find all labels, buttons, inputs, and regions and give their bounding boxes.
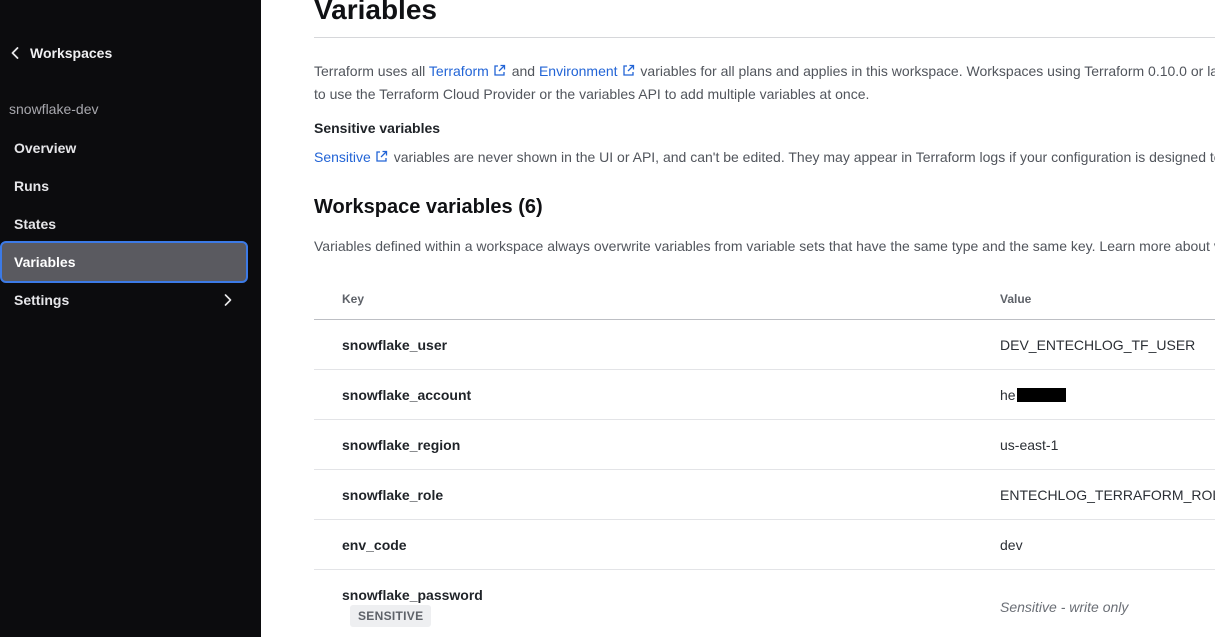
app-root: Workspaces snowflake-dev Overview Runs S…: [0, 0, 1215, 637]
external-link-icon[interactable]: [375, 147, 388, 169]
table-row[interactable]: snowflake_password SENSITIVE Sensitive -…: [314, 570, 1215, 637]
variable-key: env_code: [342, 537, 407, 553]
variables-table: Key Value snowflake_user DEV_ENTECHLOG_T…: [314, 278, 1215, 637]
variable-value: dev: [1000, 537, 1023, 553]
variable-key: snowflake_account: [342, 387, 472, 403]
back-link-label: Workspaces: [30, 45, 113, 61]
variable-value: us-east-1: [1000, 437, 1059, 453]
sidebar-item-overview[interactable]: Overview: [0, 128, 248, 168]
sidebar: Workspaces snowflake-dev Overview Runs S…: [0, 0, 261, 637]
variable-value: he: [1000, 387, 1016, 403]
variable-value: DEV_ENTECHLOG_TF_USER: [1000, 337, 1196, 353]
sensitive-description: variables are never shown in the UI or A…: [389, 149, 1215, 165]
table-row[interactable]: snowflake_region us-east-1: [314, 420, 1215, 470]
workspace-variables-title: Workspace variables (6): [314, 196, 543, 218]
intro-text: variables for all plans and applies in t…: [636, 63, 1215, 79]
main-content: Variables Terraform uses all Terraform a…: [314, 0, 1215, 637]
terraform-docs-link[interactable]: Terraform: [429, 63, 489, 79]
intro-text-line2: to use the Terraform Cloud Provider or t…: [314, 86, 870, 102]
column-header-key: Key: [342, 292, 365, 306]
workspace-name: snowflake-dev: [9, 101, 99, 117]
sidebar-item-variables[interactable]: Variables: [0, 241, 248, 283]
chevron-right-icon: [224, 293, 232, 309]
redaction-block: [1016, 388, 1066, 402]
table-row[interactable]: snowflake_user DEV_ENTECHLOG_TF_USER: [314, 320, 1215, 370]
variable-key: snowflake_role: [342, 487, 444, 503]
back-to-workspaces-link[interactable]: Workspaces: [9, 40, 112, 66]
column-header-value: Value: [1000, 292, 1032, 306]
variable-value: Sensitive - write only: [1000, 599, 1129, 615]
table-header: Key Value: [314, 278, 1215, 320]
sensitive-variables-heading: Sensitive variables: [314, 120, 441, 136]
sidebar-item-label: States: [14, 216, 57, 232]
sensitive-badge: SENSITIVE: [350, 605, 432, 627]
intro-text: Terraform uses all: [314, 63, 429, 79]
sidebar-item-label: Runs: [14, 178, 49, 194]
sidebar-item-settings[interactable]: Settings: [0, 280, 248, 320]
sidebar-item-runs[interactable]: Runs: [0, 166, 248, 206]
variable-value-cell: he: [1000, 387, 1066, 403]
environment-docs-link[interactable]: Environment: [539, 63, 618, 79]
sensitive-docs-link[interactable]: Sensitive: [314, 149, 371, 165]
sidebar-item-label: Overview: [14, 140, 77, 156]
variable-key: snowflake_region: [342, 437, 461, 453]
variable-key: snowflake_password: [342, 587, 483, 603]
variable-value: ENTECHLOG_TERRAFORM_ROLE: [1000, 487, 1215, 503]
external-link-icon[interactable]: [622, 61, 635, 83]
title-divider: [314, 37, 1215, 38]
sensitive-variables-text: Sensitive variables are never shown in t…: [314, 146, 1215, 169]
intro-text: and: [507, 63, 539, 79]
workspace-variables-description: Variables defined within a workspace alw…: [314, 238, 1215, 254]
page-title: Variables: [314, 0, 437, 25]
chevron-left-icon: [9, 46, 20, 60]
intro-paragraph: Terraform uses all Terraform and Environ…: [314, 60, 1215, 105]
table-row[interactable]: env_code dev: [314, 520, 1215, 570]
sidebar-item-states[interactable]: States: [0, 204, 248, 244]
sidebar-item-label: Variables: [14, 254, 76, 270]
sidebar-item-label: Settings: [14, 292, 70, 308]
table-row[interactable]: snowflake_role ENTECHLOG_TERRAFORM_ROLE: [314, 470, 1215, 520]
external-link-icon[interactable]: [493, 61, 506, 83]
variable-key: snowflake_user: [342, 337, 448, 353]
table-row[interactable]: snowflake_account he: [314, 370, 1215, 420]
